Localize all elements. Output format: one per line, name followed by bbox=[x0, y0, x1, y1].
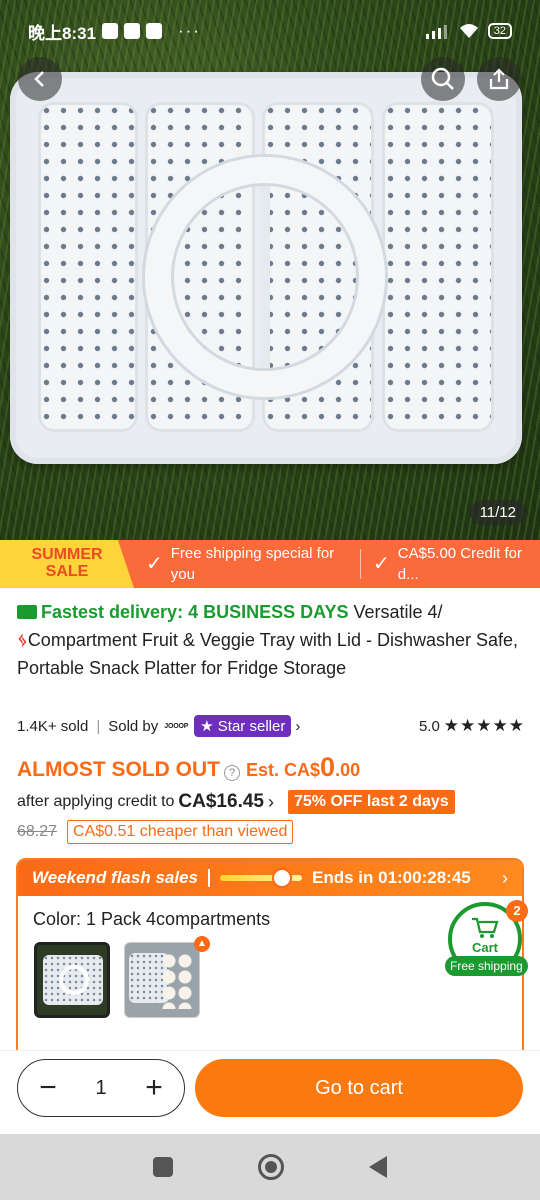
tray-photo bbox=[10, 72, 522, 464]
chevron-right-icon: › bbox=[267, 791, 274, 812]
info-icon[interactable]: ? bbox=[224, 765, 240, 781]
almost-sold-out-label: ALMOST SOLD OUT bbox=[17, 758, 220, 781]
flame-icon: ᛃ bbox=[17, 630, 28, 650]
status-time: 晚上8:31 bbox=[28, 23, 97, 43]
tray-compartment bbox=[382, 102, 494, 432]
chevron-left-icon bbox=[34, 71, 44, 87]
rating-value: 5.0 bbox=[418, 717, 440, 735]
star-rating-icon: ★★★★★ bbox=[443, 716, 525, 735]
bottom-action-bar: − 1 + Go to cart bbox=[0, 1050, 540, 1134]
search-icon bbox=[431, 67, 454, 90]
variant-image-ring bbox=[59, 965, 89, 995]
variant-thumb[interactable] bbox=[124, 942, 200, 1018]
delivery-label: Fastest delivery: 4 BUSINESS DAYS bbox=[41, 602, 349, 622]
summer-sale-line2: SALE bbox=[45, 563, 89, 580]
rating[interactable]: 5.0 ★★★★★ bbox=[419, 716, 525, 736]
est-price-whole: 0 bbox=[320, 752, 336, 782]
decrement-button[interactable]: − bbox=[36, 1073, 60, 1103]
seller-logo[interactable]: JOOOP bbox=[164, 723, 188, 730]
est-price-decimal: .00 bbox=[335, 760, 361, 780]
back-nav-button[interactable] bbox=[369, 1156, 388, 1178]
notification-icon bbox=[102, 23, 119, 39]
quantity-stepper: − 1 + bbox=[17, 1059, 185, 1117]
price-row: ALMOST SOLD OUT ? Est. CA$ 0 .00 bbox=[17, 752, 360, 784]
promo-banner[interactable]: SUMMER SALE ✓ Free shipping special for … bbox=[0, 540, 540, 588]
search-button[interactable] bbox=[421, 57, 465, 101]
est-price-prefix: Est. CA$ bbox=[246, 760, 321, 780]
original-price: 68.27 bbox=[17, 823, 58, 840]
credit-row[interactable]: after applying credit to CA$16.45 › 75% … bbox=[17, 788, 455, 816]
share-button[interactable] bbox=[477, 57, 521, 101]
back-button[interactable] bbox=[18, 57, 62, 101]
sold-count: 1.4K+ sold bbox=[17, 717, 89, 735]
tray-handle-ring bbox=[145, 157, 385, 397]
variant-image-eggs bbox=[161, 953, 193, 1009]
product-meta: 1.4K+ sold | Sold by JOOOP ★ Star seller… bbox=[17, 714, 525, 738]
promo-free-shipping: Free shipping special for you bbox=[170, 545, 335, 583]
home-icon bbox=[264, 1161, 277, 1173]
original-price-row: 68.27 CA$0.51 cheaper than viewed bbox=[17, 819, 294, 845]
summer-sale-badge: SUMMER SALE bbox=[0, 540, 134, 588]
hot-icon: ▲ bbox=[194, 936, 210, 952]
battery-icon: 32 bbox=[487, 23, 512, 39]
share-icon bbox=[489, 68, 509, 90]
tray-compartment bbox=[38, 102, 138, 432]
chevron-right-icon[interactable]: › bbox=[295, 718, 300, 735]
after-credit-label: after applying credit to bbox=[17, 793, 175, 810]
star-seller-label: Star seller bbox=[217, 718, 286, 735]
flash-sale-header[interactable]: Weekend flash sales Ends in 01:00:28:45 … bbox=[18, 860, 522, 896]
separator: | bbox=[96, 717, 101, 735]
title-text: Compartment Fruit & Veggie Tray with Lid… bbox=[17, 630, 519, 678]
status-bar: 晚上8:31 ··· 32 bbox=[0, 0, 540, 62]
cart-count-badge: 2 bbox=[506, 900, 528, 922]
star-seller-badge[interactable]: ★ Star seller bbox=[194, 715, 292, 737]
cheaper-badge: CA$0.51 cheaper than viewed bbox=[67, 820, 294, 844]
countdown: Ends in 01:00:28:45 bbox=[312, 868, 471, 887]
product-title: Fastest delivery: 4 BUSINESS DAYS Versat… bbox=[17, 598, 527, 682]
recents-button[interactable] bbox=[152, 1157, 173, 1177]
notification-icon bbox=[124, 23, 141, 39]
credit-amount: CA$16.45 bbox=[178, 791, 264, 812]
system-nav-bar bbox=[0, 1134, 540, 1200]
go-to-cart-button[interactable]: Go to cart bbox=[195, 1059, 523, 1117]
title-text: Versatile 4/ bbox=[348, 602, 443, 622]
signal-icon bbox=[425, 25, 447, 39]
notification-icon bbox=[146, 23, 163, 39]
checkmark-icon: ✓ bbox=[373, 552, 390, 575]
more-notifications-icon: ··· bbox=[178, 21, 202, 40]
wifi-icon bbox=[459, 24, 478, 38]
color-label: Color: 1 Pack 4compartments bbox=[33, 909, 271, 929]
free-shipping-badge: Free shipping bbox=[445, 956, 528, 976]
chevron-right-icon[interactable]: › bbox=[502, 868, 508, 889]
increment-button[interactable]: + bbox=[142, 1073, 166, 1103]
progress-knob bbox=[271, 868, 292, 888]
home-button[interactable] bbox=[257, 1154, 284, 1180]
cart-icon bbox=[472, 917, 499, 938]
quantity-value[interactable]: 1 bbox=[95, 1077, 106, 1100]
truck-icon bbox=[17, 605, 37, 619]
variant-section: Color: 1 Pack 4compartments ▲ bbox=[18, 896, 522, 1056]
cart-label: Cart bbox=[471, 940, 498, 955]
promo-credit: CA$5.00 Credit for d... bbox=[397, 545, 522, 583]
sold-by-label: Sold by bbox=[108, 717, 159, 735]
flash-progress-bar bbox=[220, 868, 302, 888]
summer-sale-line1: SUMMER bbox=[31, 546, 103, 563]
variant-thumb-selected[interactable] bbox=[34, 942, 110, 1018]
divider bbox=[208, 869, 210, 887]
checkmark-icon: ✓ bbox=[146, 552, 163, 575]
discount-badge: 75% OFF last 2 days bbox=[287, 790, 455, 814]
image-counter: 11/12 bbox=[469, 500, 526, 525]
flash-sale-title: Weekend flash sales bbox=[32, 868, 198, 887]
